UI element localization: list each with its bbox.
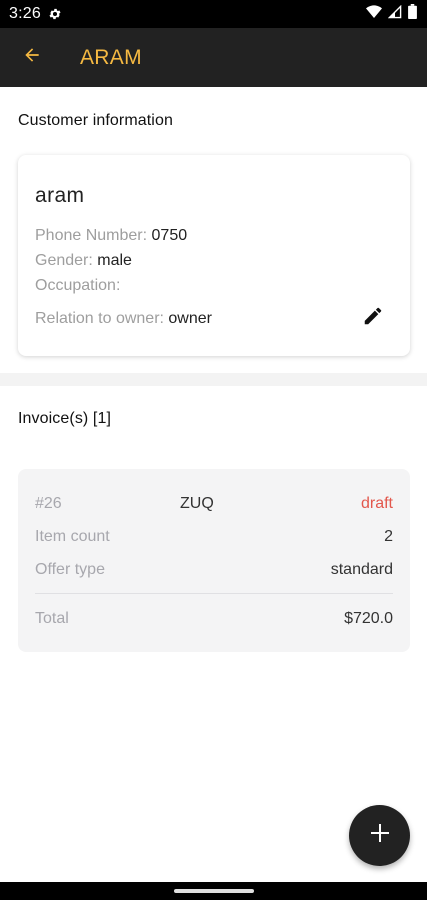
phone-row: Phone Number: 0750 <box>35 227 187 245</box>
invoices-section-title: Invoice(s) [1] <box>18 410 111 427</box>
status-time: 3:26 <box>9 5 41 22</box>
section-divider <box>0 373 427 386</box>
home-handle[interactable] <box>174 889 254 893</box>
total-value: $720.0 <box>344 610 393 627</box>
gender-value: male <box>97 252 132 269</box>
customer-section-title: Customer information <box>18 112 173 129</box>
item-count-label: Item count <box>35 528 110 545</box>
relation-row: Relation to owner: owner <box>35 310 212 328</box>
invoice-number: #26 <box>35 495 62 512</box>
occupation-row: Occupation: <box>35 277 120 295</box>
invoice-code: ZUQ <box>180 495 214 512</box>
offer-type-label: Offer type <box>35 561 105 578</box>
edit-customer-button[interactable] <box>360 305 386 331</box>
invoice-status-badge: draft <box>360 495 393 512</box>
status-icons <box>366 4 417 24</box>
status-bar: 3:26 <box>0 0 427 28</box>
back-button[interactable] <box>2 28 62 87</box>
occupation-label: Occupation: <box>35 277 121 294</box>
add-invoice-button[interactable] <box>349 805 410 866</box>
cell-signal-icon <box>387 4 402 24</box>
offer-type-value: standard <box>330 561 393 578</box>
battery-icon <box>408 4 417 24</box>
app-bar: ARAM <box>0 28 427 87</box>
gender-row: Gender: male <box>35 252 132 270</box>
total-label: Total <box>35 610 69 627</box>
relation-label: Relation to owner: <box>35 310 169 327</box>
phone-label: Phone Number: <box>35 227 152 244</box>
pencil-icon <box>362 305 384 332</box>
wifi-icon <box>366 4 382 24</box>
item-count-value: 2 <box>384 528 393 545</box>
customer-card: aram Phone Number: 0750 Gender: male Occ… <box>18 155 410 356</box>
settings-gear-icon <box>48 7 62 21</box>
customer-name: aram <box>35 184 85 207</box>
page-title: ARAM <box>80 45 142 69</box>
plus-icon <box>370 824 389 847</box>
arrow-back-icon <box>22 45 42 70</box>
invoice-divider <box>35 593 393 594</box>
relation-value: owner <box>168 310 212 327</box>
phone-value: 0750 <box>151 227 188 244</box>
invoice-card[interactable]: #26 ZUQ draft Item count 2 Offer type st… <box>18 469 410 652</box>
gender-label: Gender: <box>35 252 98 269</box>
system-nav-bar <box>0 882 427 900</box>
